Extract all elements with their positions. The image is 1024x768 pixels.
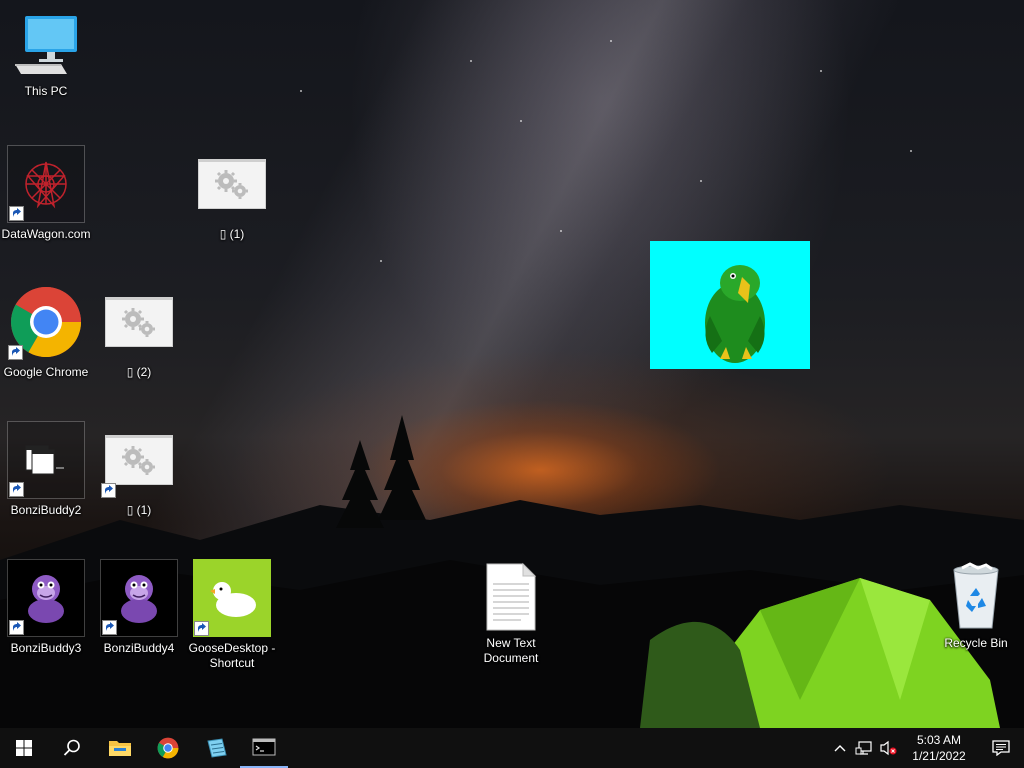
shortcut-arrow-icon [101,483,116,498]
settings-gear-icon [193,145,271,223]
network-button[interactable] [852,728,876,768]
shortcut-arrow-icon [9,482,24,497]
bonzibuddy4-label: BonziBuddy4 [103,641,175,655]
new-text-document[interactable]: New Text Document [471,562,551,666]
purple-gorilla-icon [7,559,85,637]
notepad-icon [207,738,227,758]
windows-logo-icon [16,740,32,756]
bonzibuddy3-shortcut[interactable]: BonziBuddy3 [6,559,86,656]
shortcut-arrow-icon [8,345,23,360]
settings-gear-icon [100,421,178,499]
bonzibuddy3-label: BonziBuddy3 [10,641,82,655]
settings-file-1b[interactable]: ▯ (1) [99,421,179,518]
datawagon-shortcut[interactable]: DataWagon.com [2,145,90,242]
goose-icon [193,559,271,637]
chevron-up-icon [834,745,846,752]
bonzibuddy2-shortcut[interactable]: BonziBuddy2 [6,421,86,518]
bonzibuddy4-shortcut[interactable]: BonziBuddy4 [99,559,179,656]
chrome-taskbar-button[interactable] [144,728,192,768]
recycle-bin-icon [937,562,1015,632]
settings-file-2-label: ▯ (2) [126,365,152,379]
folder-icon [109,741,131,756]
system-tray: 5:03 AM 1/21/2022 [828,728,1024,768]
command-prompt-taskbar-button[interactable] [240,728,288,768]
file-explorer-button[interactable] [96,728,144,768]
google-chrome-shortcut[interactable]: Google Chrome [3,283,89,380]
notepad-taskbar-button[interactable] [192,728,240,768]
recycle-bin-label: Recycle Bin [944,636,1008,650]
computer-icon [7,10,85,80]
purple-gorilla-icon [100,559,178,637]
clock[interactable]: 5:03 AM 1/21/2022 [900,728,978,768]
settings-file-1b-label: ▯ (1) [126,503,152,517]
shortcut-arrow-icon [9,206,24,221]
parrot-icon [705,265,765,363]
volume-muted-icon [880,740,897,756]
search-icon [63,739,80,756]
bonzibuddy2-label: BonziBuddy2 [10,503,82,517]
this-pc-icon[interactable]: This PC [6,10,86,99]
settings-file-2[interactable]: ▯ (2) [99,283,179,380]
taskbar: 5:03 AM 1/21/2022 [0,728,1024,768]
show-hidden-icons-button[interactable] [828,728,852,768]
action-center-button[interactable] [978,728,1024,768]
google-chrome-label: Google Chrome [3,365,89,379]
search-button[interactable] [48,728,96,768]
new-text-document-label: New Text Document [483,636,539,665]
window-stack-icon [7,421,85,499]
shortcut-arrow-icon [194,621,209,636]
network-icon [855,741,872,755]
volume-button[interactable] [876,728,900,768]
clock-time: 5:03 AM [916,733,962,747]
parrot-agent-character[interactable] [650,241,810,369]
chrome-icon [157,737,179,759]
text-document-icon [472,562,550,632]
start-button[interactable] [0,728,48,768]
settings-file-1a-label: ▯ (1) [219,227,245,241]
datawagon-label: DataWagon.com [1,227,91,241]
shortcut-arrow-icon [9,620,24,635]
goosedesktop-shortcut[interactable]: GooseDesktop - Shortcut [189,559,275,671]
terminal-icon [252,738,276,756]
notifications-icon [992,740,1010,756]
this-pc-label: This PC [24,84,68,98]
datawagon-logo-icon [7,145,85,223]
goosedesktop-label: GooseDesktop - Shortcut [188,641,276,670]
clock-date: 1/21/2022 [912,749,966,763]
settings-gear-icon [100,283,178,361]
settings-file-1a[interactable]: ▯ (1) [192,145,272,242]
chrome-icon [7,283,85,361]
shortcut-arrow-icon [102,620,117,635]
recycle-bin[interactable]: Recycle Bin [936,562,1016,651]
